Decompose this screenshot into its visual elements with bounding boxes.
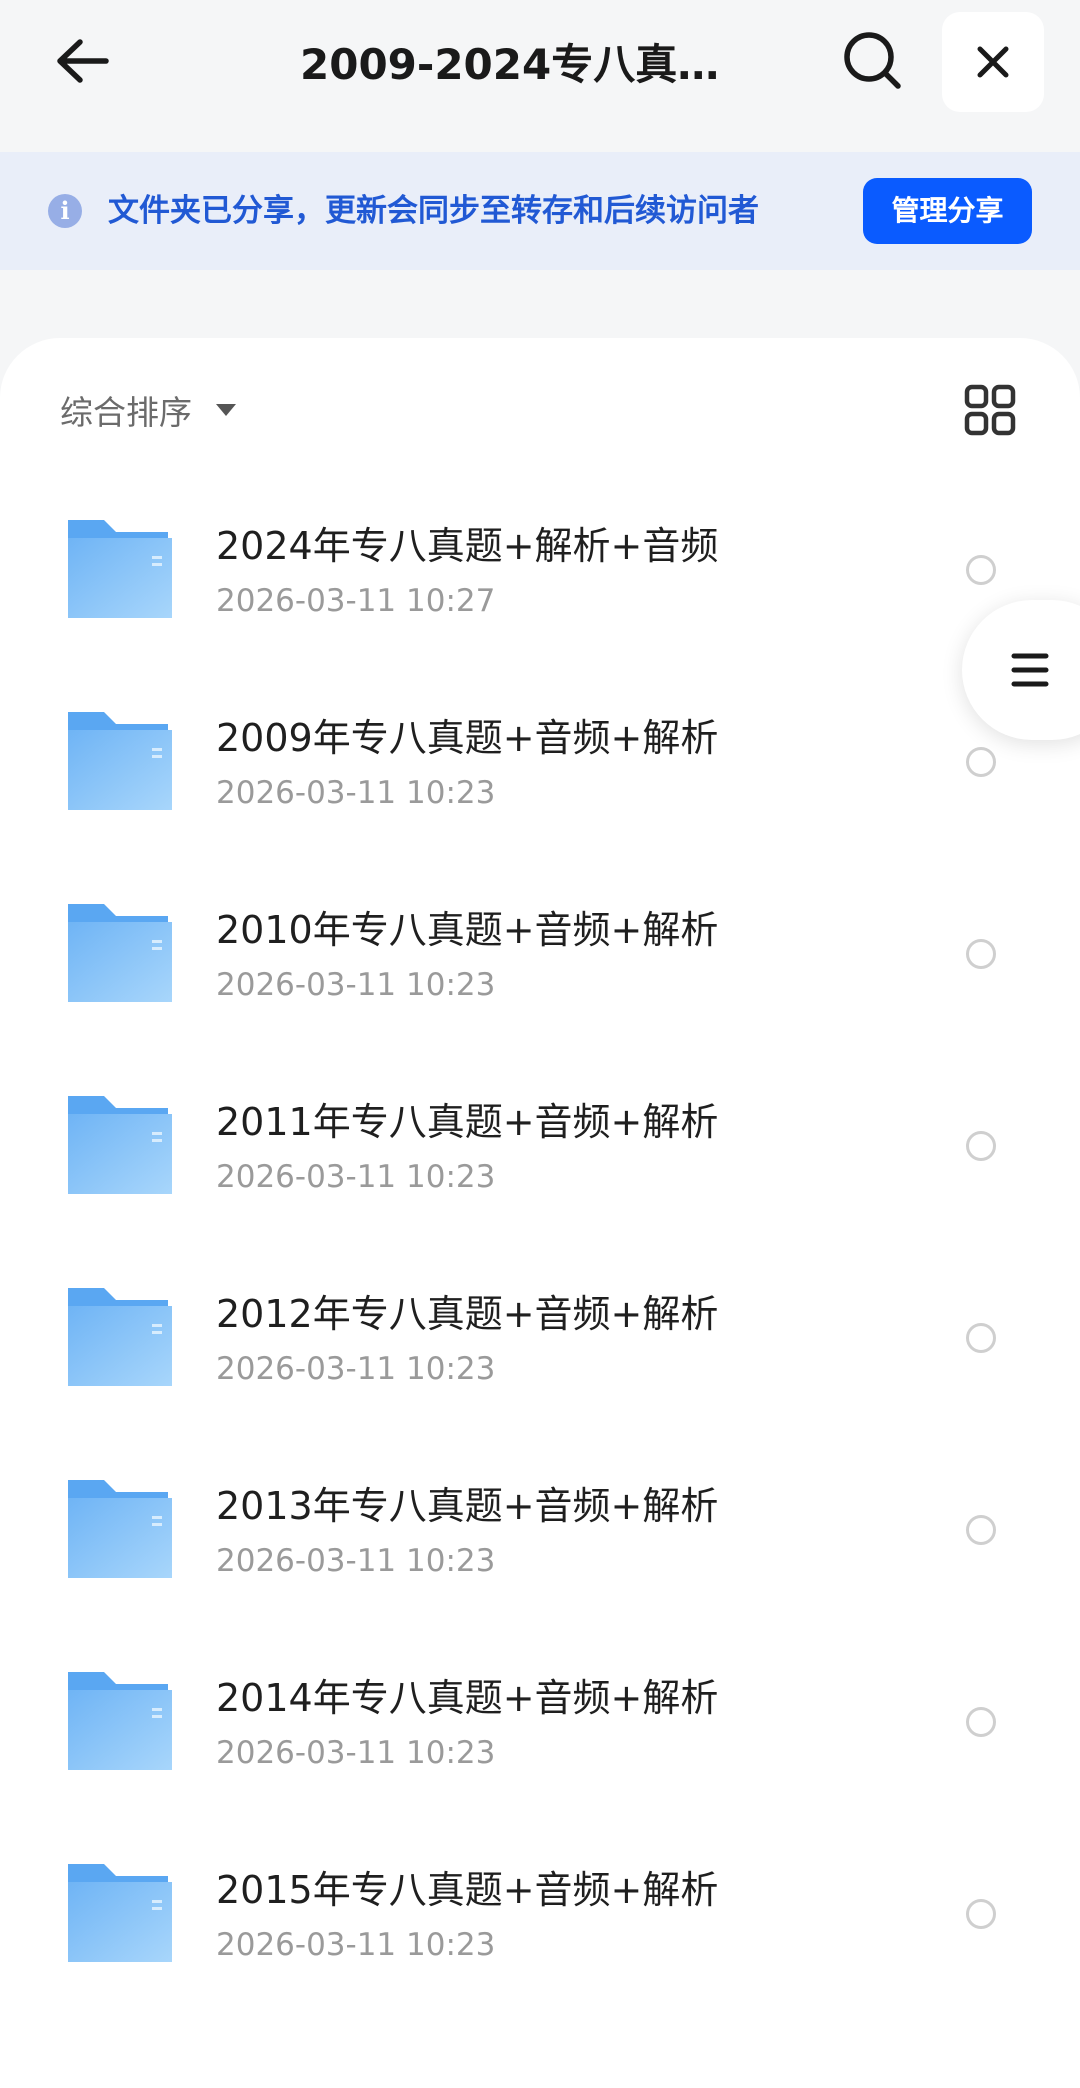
file-date: 2026-03-11 10:23 <box>216 775 496 811</box>
share-notice-text: 文件夹已分享，更新会同步至转存和后续访问者 <box>108 193 759 229</box>
file-date: 2026-03-11 10:27 <box>216 583 496 619</box>
search-icon <box>844 32 901 89</box>
top-bar: 2009-2024专八真题+音频+解析 <box>0 0 1080 150</box>
select-radio[interactable] <box>966 939 996 969</box>
select-radio[interactable] <box>966 1707 996 1737</box>
file-date: 2026-03-11 10:23 <box>216 1543 496 1579</box>
select-radio[interactable] <box>966 555 996 585</box>
folder-icon <box>68 1288 172 1386</box>
list-item[interactable]: 2024年专八真题+解析+音频 2026-03-11 10:27 <box>0 476 1080 668</box>
folder-icon <box>68 520 172 618</box>
select-radio[interactable] <box>966 1899 996 1929</box>
file-name: 2014年专八真题+音频+解析 <box>216 1676 719 1720</box>
list-item[interactable]: 2010年专八真题+音频+解析 2026-03-11 10:23 <box>0 860 1080 1052</box>
back-button[interactable] <box>42 26 122 96</box>
select-radio[interactable] <box>966 1515 996 1545</box>
search-button[interactable] <box>834 22 912 100</box>
select-radio[interactable] <box>966 1131 996 1161</box>
list-item[interactable]: 2009年专八真题+音频+解析 2026-03-11 10:23 <box>0 668 1080 860</box>
folder-icon <box>68 1480 172 1578</box>
file-name: 2009年专八真题+音频+解析 <box>216 716 719 760</box>
list-item[interactable]: 2013年专八真题+音频+解析 2026-03-11 10:23 <box>0 1436 1080 1628</box>
page-title: 2009-2024专八真题+音频+解析 <box>300 40 760 89</box>
file-date: 2026-03-11 10:23 <box>216 1159 496 1195</box>
manage-share-button[interactable]: 管理分享 <box>863 178 1032 244</box>
folder-icon <box>68 1096 172 1194</box>
close-icon <box>977 46 1009 78</box>
list-item[interactable]: 2012年专八真题+音频+解析 2026-03-11 10:23 <box>0 1244 1080 1436</box>
list-item[interactable]: 2015年专八真题+音频+解析 2026-03-11 10:23 <box>0 1820 1080 2012</box>
folder-icon <box>68 1672 172 1770</box>
file-date: 2026-03-11 10:23 <box>216 967 496 1003</box>
sort-label: 综合排序 <box>60 393 192 432</box>
file-name: 2013年专八真题+音频+解析 <box>216 1484 719 1528</box>
grid-view-button[interactable] <box>960 380 1020 440</box>
sort-dropdown[interactable]: 综合排序 <box>60 380 236 440</box>
file-name: 2012年专八真题+音频+解析 <box>216 1292 719 1336</box>
list-item[interactable]: 2014年专八真题+音频+解析 2026-03-11 10:23 <box>0 1628 1080 1820</box>
select-radio[interactable] <box>966 747 996 777</box>
grid-view-icon <box>964 384 1016 436</box>
select-radio[interactable] <box>966 1323 996 1353</box>
list-item[interactable]: 2011年专八真题+音频+解析 2026-03-11 10:23 <box>0 1052 1080 1244</box>
file-name: 2024年专八真题+解析+音频 <box>216 524 719 568</box>
arrow-left-icon <box>57 39 109 83</box>
folder-icon <box>68 712 172 810</box>
file-name: 2015年专八真题+音频+解析 <box>216 1868 719 1912</box>
file-date: 2026-03-11 10:23 <box>216 1735 496 1771</box>
file-date: 2026-03-11 10:23 <box>216 1351 496 1387</box>
close-button[interactable] <box>942 12 1044 112</box>
caret-down-icon <box>216 404 236 416</box>
menu-icon <box>1011 653 1049 687</box>
folder-icon <box>68 904 172 1002</box>
info-icon: i <box>48 194 82 228</box>
folder-icon <box>68 1864 172 1962</box>
file-name: 2010年专八真题+音频+解析 <box>216 908 719 952</box>
file-date: 2026-03-11 10:23 <box>216 1927 496 1963</box>
file-name: 2011年专八真题+音频+解析 <box>216 1100 719 1144</box>
